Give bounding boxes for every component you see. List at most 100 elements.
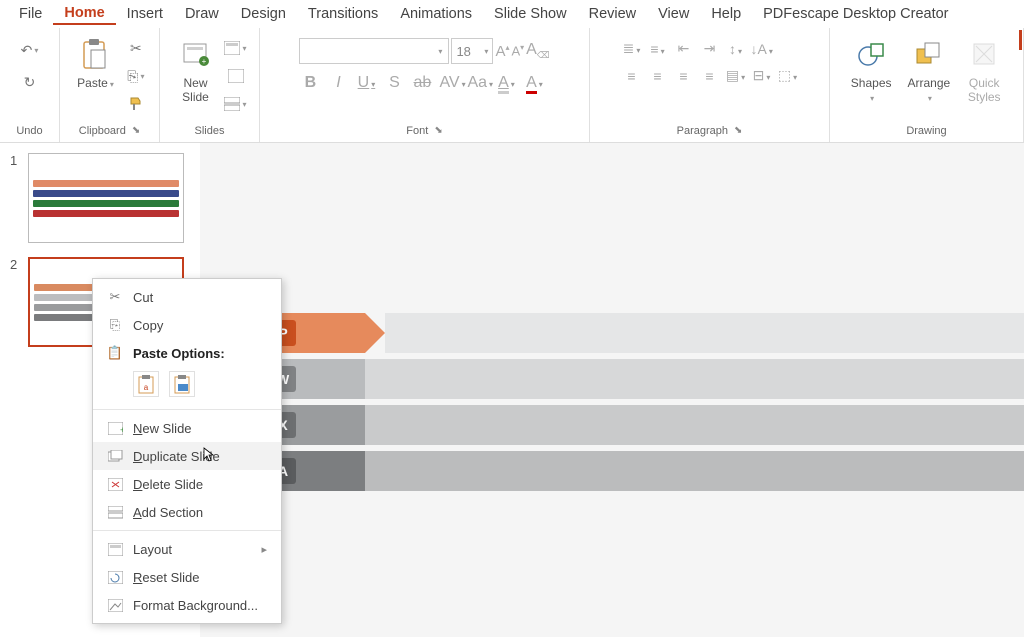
group-clipboard: Paste▾ ✂ ⎘▾ Clipboard ⬊	[60, 28, 160, 142]
shape-row-x[interactable]: X	[200, 405, 1024, 445]
format-bg-icon	[107, 597, 123, 613]
context-menu: ✂Cut ⎘Copy 📋Paste Options: a +New Slide …	[92, 278, 282, 624]
text-direction-button[interactable]: ↓A▾	[751, 41, 773, 57]
align-center-button[interactable]: ≡	[647, 68, 669, 84]
chevron-right-icon: ▸	[261, 543, 267, 556]
group-font: ▾ 18▾ A▴ A▾ A⌫ B I U▾ S ab AV▾ Aa▾ A▾ A▾…	[260, 28, 590, 142]
numbering-button[interactable]: ≡▾	[647, 41, 669, 57]
group-paragraph-label: Paragraph	[677, 122, 728, 140]
smartart-button[interactable]: ⬚▾	[777, 67, 799, 84]
group-slides: + New Slide ▾ ▾ Slides	[160, 28, 260, 142]
reset-button[interactable]	[224, 64, 248, 88]
spacing-button[interactable]: AV▾	[439, 74, 461, 92]
group-slides-label: Slides	[195, 122, 225, 140]
tab-draw[interactable]: Draw	[174, 4, 230, 24]
shapes-button[interactable]: Shapes▾	[845, 32, 898, 106]
tab-design[interactable]: Design	[230, 4, 297, 24]
group-paragraph: ≣▾ ≡▾ ⇤ ⇥ ↕▾ ↓A▾ ≡ ≡ ≡ ≡ ▤▾ ⊟▾ ⬚▾ Paragr…	[590, 28, 830, 142]
arrange-button[interactable]: Arrange▾	[902, 32, 957, 106]
cursor-icon	[203, 447, 215, 463]
paste-icon	[77, 36, 113, 72]
reset-icon	[107, 569, 123, 585]
shrink-font-button[interactable]: A▾	[511, 43, 524, 58]
ctx-format-background[interactable]: Format Background...	[93, 591, 281, 619]
highlight-button[interactable]: A▾	[495, 74, 517, 92]
ctx-cut[interactable]: ✂Cut	[93, 283, 281, 311]
quick-styles-button[interactable]: Quick Styles	[960, 32, 1008, 104]
group-drawing: Shapes▾ Arrange▾ Quick Styles Drawing	[830, 28, 1024, 142]
ctx-layout[interactable]: Layout▸	[93, 535, 281, 563]
tab-insert[interactable]: Insert	[116, 4, 174, 24]
tab-view[interactable]: View	[647, 4, 700, 24]
underline-button[interactable]: U▾	[355, 74, 377, 92]
strike-button[interactable]: ab	[411, 74, 433, 92]
align-text-button[interactable]: ⊟▾	[751, 67, 773, 84]
arrange-icon	[911, 36, 947, 72]
italic-button[interactable]: I	[327, 74, 349, 92]
bullets-button[interactable]: ≣▾	[621, 40, 643, 57]
menubar: File Home Insert Draw Design Transitions…	[0, 0, 1024, 28]
new-slide-icon: +	[178, 36, 214, 72]
group-clipboard-label: Clipboard	[79, 122, 126, 140]
indent-dec-button[interactable]: ⇤	[673, 40, 695, 57]
slide-canvas-area[interactable]: P W X A	[200, 143, 1024, 637]
bold-button[interactable]: B	[299, 74, 321, 92]
shape-row-p[interactable]: P	[200, 313, 1024, 353]
svg-text:a: a	[144, 383, 149, 392]
copy-button[interactable]: ⎘▾	[124, 64, 148, 88]
layout-button[interactable]: ▾	[224, 36, 248, 60]
grow-font-button[interactable]: A▴	[495, 43, 509, 60]
thumb-1[interactable]: 1	[10, 153, 190, 243]
ctx-reset-slide[interactable]: Reset Slide	[93, 563, 281, 591]
layout-icon	[107, 541, 123, 557]
font-name-combo[interactable]: ▾	[299, 38, 449, 64]
tab-transitions[interactable]: Transitions	[297, 4, 389, 24]
tab-pdfescape[interactable]: PDFescape Desktop Creator	[752, 4, 959, 24]
new-slide-button[interactable]: + New Slide	[172, 32, 220, 104]
paragraph-launcher[interactable]: ⬊	[734, 122, 742, 140]
tab-help[interactable]: Help	[700, 4, 752, 24]
tab-home[interactable]: Home	[53, 3, 115, 25]
ribbon: ↶▾ ↻ Undo Paste▾ ✂ ⎘▾ Clipboard ⬊	[0, 28, 1024, 143]
ctx-new-slide[interactable]: +New Slide	[93, 414, 281, 442]
group-undo: ↶▾ ↻ Undo	[0, 28, 60, 142]
font-size-combo[interactable]: 18▾	[451, 38, 493, 64]
indent-inc-button[interactable]: ⇥	[699, 40, 721, 57]
clipboard-launcher[interactable]: ⬊	[132, 122, 140, 140]
shadow-button[interactable]: S	[383, 74, 405, 92]
delete-icon	[107, 476, 123, 492]
shape-row-a[interactable]: A	[200, 451, 1024, 491]
section-button[interactable]: ▾	[224, 92, 248, 116]
font-color-button[interactable]: A▾	[523, 74, 545, 92]
group-font-label: Font	[406, 122, 428, 140]
thumb-1-preview	[28, 153, 184, 243]
line-spacing-button[interactable]: ↕▾	[725, 41, 747, 57]
svg-text:+: +	[120, 425, 123, 435]
paste-button[interactable]: Paste▾	[71, 32, 120, 92]
justify-button[interactable]: ≡	[699, 68, 721, 84]
undo-button[interactable]: ↶▾	[18, 38, 42, 62]
ctx-add-section[interactable]: Add Section	[93, 498, 281, 526]
paste-icon: 📋	[107, 345, 123, 361]
paste-keep-formatting[interactable]: a	[133, 371, 159, 397]
align-left-button[interactable]: ≡	[621, 68, 643, 84]
format-painter-button[interactable]	[124, 92, 148, 116]
ctx-delete-slide[interactable]: Delete Slide	[93, 470, 281, 498]
font-launcher[interactable]: ⬊	[434, 122, 442, 140]
ctx-duplicate-slide[interactable]: Duplicate Slide	[93, 442, 281, 470]
shape-row-w[interactable]: W	[200, 359, 1024, 399]
paste-picture[interactable]	[169, 371, 195, 397]
clear-format-button[interactable]: A⌫	[526, 41, 549, 61]
case-button[interactable]: Aa▾	[467, 74, 489, 92]
cut-icon: ✂	[107, 289, 123, 305]
tab-animations[interactable]: Animations	[389, 4, 483, 24]
tab-review[interactable]: Review	[578, 4, 648, 24]
tab-file[interactable]: File	[8, 4, 53, 24]
redo-button[interactable]: ↻	[18, 70, 42, 94]
group-undo-label: Undo	[16, 122, 42, 140]
ctx-copy[interactable]: ⎘Copy	[93, 311, 281, 339]
align-right-button[interactable]: ≡	[673, 68, 695, 84]
cut-button[interactable]: ✂	[124, 36, 148, 60]
tab-slideshow[interactable]: Slide Show	[483, 4, 578, 24]
columns-button[interactable]: ▤▾	[725, 67, 747, 84]
